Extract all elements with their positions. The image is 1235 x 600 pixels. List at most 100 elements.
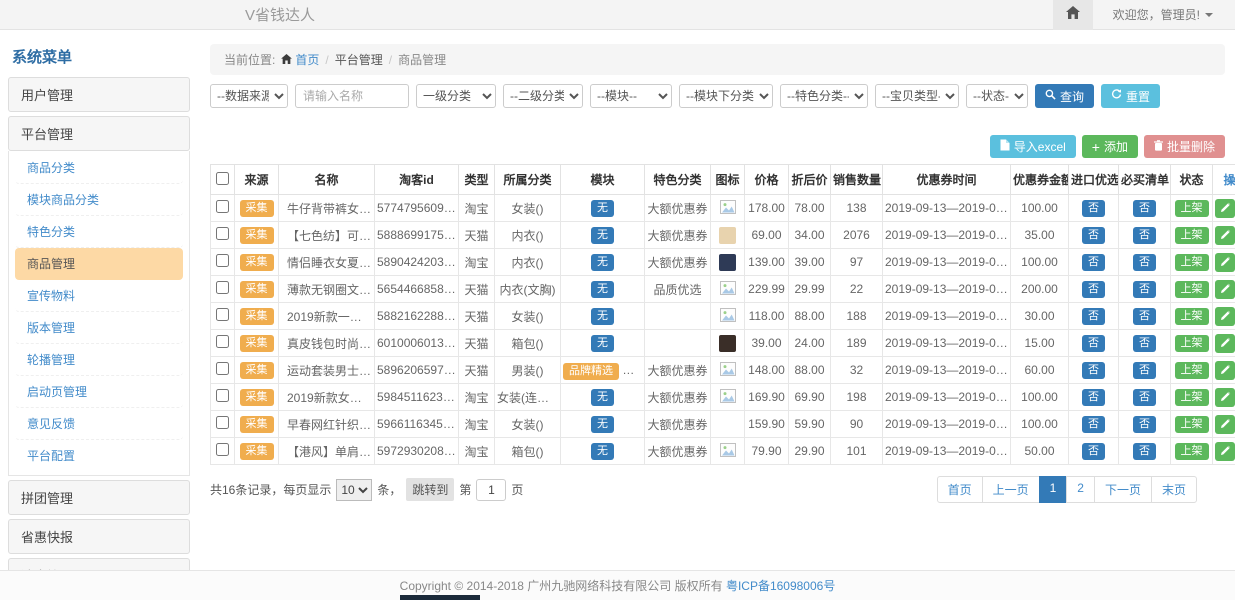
must-buy-toggle[interactable]: 否 [1133,281,1156,298]
status-toggle[interactable]: 上架 [1175,254,1209,271]
sidebar-group[interactable]: 平台管理 [8,116,190,151]
row-checkbox[interactable] [216,362,229,375]
status-toggle[interactable]: 上架 [1175,443,1209,460]
must-buy-toggle[interactable]: 否 [1133,200,1156,217]
status-toggle[interactable]: 上架 [1175,308,1209,325]
page-button[interactable]: 末页 [1151,476,1197,503]
module-badge[interactable]: 无 [591,308,614,325]
import-select-toggle[interactable]: 否 [1082,389,1105,406]
import-select-toggle[interactable]: 否 [1082,362,1105,379]
status-toggle[interactable]: 上架 [1175,389,1209,406]
must-buy-toggle[interactable]: 否 [1133,362,1156,379]
sidebar-item[interactable]: 模块商品分类 [15,184,183,216]
select-all-checkbox[interactable] [216,172,229,185]
filter-select[interactable]: --特色分类-- [780,84,868,108]
import-select-toggle[interactable]: 否 [1082,308,1105,325]
module-badge[interactable]: 无 [591,335,614,352]
filter-select[interactable]: --模块-- [590,84,672,108]
page-button[interactable]: 1 [1039,476,1068,503]
sidebar-item[interactable]: 意见反馈 [15,408,183,440]
import-excel-button[interactable]: 导入excel [990,135,1076,158]
add-button[interactable]: + 添加 [1082,135,1138,158]
sidebar-item[interactable]: 商品管理 [15,248,183,280]
row-checkbox[interactable] [216,443,229,456]
import-select-toggle[interactable]: 否 [1082,281,1105,298]
module-badge[interactable]: 无 [591,254,614,271]
breadcrumb-home-link[interactable]: 首页 [281,51,319,68]
sidebar-group[interactable]: 拼团管理 [8,480,190,515]
status-toggle[interactable]: 上架 [1175,362,1209,379]
must-buy-toggle[interactable]: 否 [1133,416,1156,433]
edit-button[interactable] [1215,415,1235,434]
filter-select[interactable]: --模块下分类-- [679,84,773,108]
edit-button[interactable] [1215,199,1235,218]
status-toggle[interactable]: 上架 [1175,227,1209,244]
module-badge[interactable]: 无 [591,443,614,460]
status-toggle[interactable]: 上架 [1175,200,1209,217]
must-buy-toggle[interactable]: 否 [1133,227,1156,244]
sidebar-item[interactable]: 轮播管理 [15,344,183,376]
filter-select[interactable]: --二级分类-- [503,84,583,108]
per-page-select[interactable]: 10 [336,479,372,501]
status-toggle[interactable]: 上架 [1175,281,1209,298]
import-select-toggle[interactable]: 否 [1082,200,1105,217]
edit-button[interactable] [1215,253,1235,272]
edit-button[interactable] [1215,361,1235,380]
jump-page-input[interactable] [476,479,506,501]
sidebar-item[interactable]: 商品分类 [15,152,183,184]
status-toggle[interactable]: 上架 [1175,335,1209,352]
edit-button[interactable] [1215,307,1235,326]
must-buy-toggle[interactable]: 否 [1133,254,1156,271]
import-select-toggle[interactable]: 否 [1082,227,1105,244]
sidebar-item[interactable]: 启动页管理 [15,376,183,408]
must-buy-toggle[interactable]: 否 [1133,335,1156,352]
edit-button[interactable] [1215,280,1235,299]
filter-select[interactable]: --状态-- [966,84,1028,108]
edit-button[interactable] [1215,334,1235,353]
module-badge[interactable]: 无 [591,389,614,406]
module-badge[interactable]: 无 [591,281,614,298]
jump-button[interactable]: 跳转到 [406,478,454,501]
icp-link[interactable]: 粤ICP备16098006号 [726,577,835,594]
reset-button[interactable]: 重置 [1101,84,1160,108]
filter-select[interactable]: --宝贝类型-- [875,84,959,108]
edit-button[interactable] [1215,226,1235,245]
row-checkbox[interactable] [216,227,229,240]
filter-select[interactable]: 一级分类 [416,84,496,108]
row-checkbox[interactable] [216,335,229,348]
filter-select[interactable]: --数据来源-- [210,84,288,108]
page-button[interactable]: 上一页 [982,476,1040,503]
import-select-toggle[interactable]: 否 [1082,416,1105,433]
user-menu[interactable]: 欢迎您，管理员! [1113,6,1213,23]
sidebar-item[interactable]: 特色分类 [15,216,183,248]
page-button[interactable]: 下一页 [1094,476,1152,503]
row-checkbox[interactable] [216,308,229,321]
module-badge[interactable]: 无 [591,416,614,433]
import-select-toggle[interactable]: 否 [1082,335,1105,352]
import-select-toggle[interactable]: 否 [1082,254,1105,271]
status-toggle[interactable]: 上架 [1175,416,1209,433]
module-badge[interactable]: 品牌精选 [563,363,619,380]
edit-button[interactable] [1215,442,1235,461]
must-buy-toggle[interactable]: 否 [1133,443,1156,460]
row-checkbox[interactable] [216,254,229,267]
row-checkbox[interactable] [216,416,229,429]
page-button[interactable]: 首页 [937,476,983,503]
home-button[interactable] [1053,0,1093,30]
import-select-toggle[interactable]: 否 [1082,443,1105,460]
sidebar-group[interactable]: 省惠快报 [8,519,190,554]
product-name-input[interactable] [295,84,409,108]
row-checkbox[interactable] [216,389,229,402]
row-checkbox[interactable] [216,281,229,294]
edit-button[interactable] [1215,388,1235,407]
must-buy-toggle[interactable]: 否 [1133,308,1156,325]
bulk-delete-button[interactable]: 批量删除 [1144,135,1225,158]
module-badge[interactable]: 无 [591,227,614,244]
sidebar-item[interactable]: 平台配置 [15,440,183,471]
row-checkbox[interactable] [216,200,229,213]
sidebar-item[interactable]: 版本管理 [15,312,183,344]
sidebar-item[interactable]: 宣传物料 [15,280,183,312]
sidebar-group[interactable]: 用户管理 [8,77,190,112]
module-badge[interactable]: 无 [591,200,614,217]
must-buy-toggle[interactable]: 否 [1133,389,1156,406]
